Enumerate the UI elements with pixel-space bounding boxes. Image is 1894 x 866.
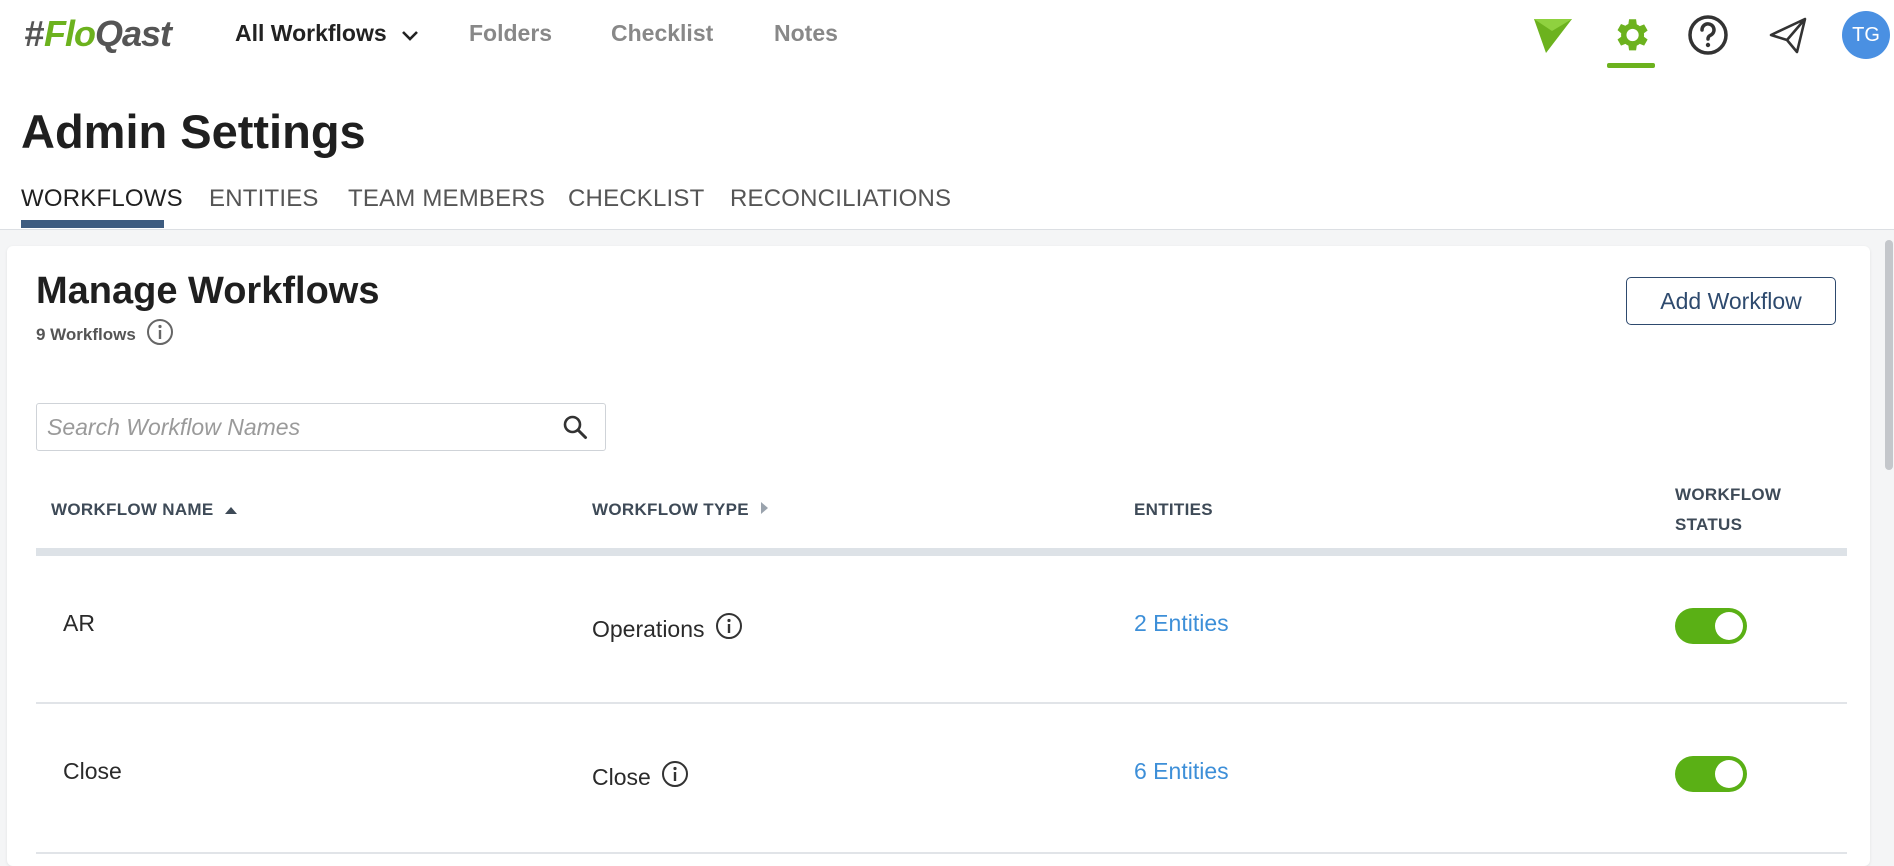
page-title: Admin Settings	[21, 105, 366, 158]
workflow-type-cell: Operations	[592, 612, 743, 646]
nav-checklist[interactable]: Checklist	[611, 20, 713, 47]
info-icon[interactable]	[146, 318, 174, 351]
column-header-workflow-type-label: WORKFLOW TYPE	[592, 500, 749, 519]
table-row: AR Operations 2 Entities	[36, 556, 1847, 704]
workflow-count: 9 Workflows	[36, 318, 174, 351]
add-workflow-button[interactable]: Add Workflow	[1626, 277, 1836, 325]
search-input[interactable]	[37, 404, 555, 450]
logo-flo: Flo	[44, 13, 96, 54]
logo-qast: Qast	[95, 13, 172, 54]
active-tab-indicator	[21, 220, 164, 228]
column-header-workflow-name[interactable]: WORKFLOW NAME	[51, 500, 238, 520]
column-header-status-line1: WORKFLOW	[1675, 485, 1782, 504]
chevron-down-icon	[401, 21, 419, 48]
column-header-workflow-type[interactable]: WORKFLOW TYPE	[592, 500, 769, 520]
page-scrollbar[interactable]	[1885, 240, 1893, 470]
avatar[interactable]: TG	[1842, 11, 1890, 59]
toggle-knob	[1715, 612, 1743, 640]
admin-settings-header: Admin Settings WORKFLOWS ENTITIES TEAM M…	[0, 70, 1894, 230]
workflow-name-cell: AR	[63, 610, 95, 636]
search-box	[36, 403, 606, 451]
floqast-arrow-icon[interactable]	[1530, 12, 1576, 58]
workflow-status-toggle[interactable]	[1675, 608, 1747, 644]
table-row: Close Close 6 Entities	[36, 706, 1847, 854]
nav-all-workflows-label: All Workflows	[235, 20, 387, 46]
workflow-type-label: Close	[592, 763, 651, 790]
entities-link[interactable]: 6 Entities	[1134, 758, 1229, 785]
send-icon[interactable]	[1765, 12, 1811, 58]
toggle-knob	[1715, 760, 1743, 788]
nav-all-workflows-dropdown[interactable]: All Workflows	[235, 20, 419, 48]
workflow-type-cell: Close	[592, 760, 689, 794]
manage-workflows-card: Manage Workflows 9 Workflows Add Workflo…	[7, 246, 1870, 866]
info-icon[interactable]	[715, 612, 743, 646]
sort-ascending-icon	[224, 500, 238, 520]
column-header-status-line2: STATUS	[1675, 515, 1743, 534]
search-icon[interactable]	[555, 414, 595, 440]
gear-icon[interactable]	[1608, 12, 1654, 58]
tab-workflows[interactable]: WORKFLOWS	[21, 185, 183, 213]
entities-link[interactable]: 2 Entities	[1134, 610, 1229, 637]
column-header-entities: ENTITIES	[1134, 500, 1213, 519]
tab-team-members[interactable]: TEAM MEMBERS	[348, 185, 545, 213]
tab-entities[interactable]: ENTITIES	[209, 185, 319, 213]
help-icon[interactable]	[1685, 12, 1731, 58]
sort-neutral-icon	[759, 500, 769, 520]
section-title: Manage Workflows	[36, 270, 380, 312]
workflow-type-label: Operations	[592, 615, 705, 642]
info-icon[interactable]	[661, 760, 689, 794]
workflow-name-cell: Close	[63, 758, 122, 784]
logo-hash: #	[24, 13, 44, 54]
top-navigation-bar: # Flo Qast All Workflows Folders Checklist…	[0, 0, 1894, 70]
column-header-workflow-status: WORKFLOW STATUS	[1675, 480, 1781, 540]
column-header-workflow-name-label: WORKFLOW NAME	[51, 500, 214, 519]
floqast-logo[interactable]: # Flo Qast	[24, 12, 172, 56]
nav-folders[interactable]: Folders	[469, 20, 552, 47]
workflow-count-label: 9 Workflows	[36, 324, 136, 344]
table-header-divider	[36, 548, 1847, 556]
workflow-status-toggle[interactable]	[1675, 756, 1747, 792]
gear-active-indicator	[1607, 63, 1655, 68]
tab-checklist[interactable]: CHECKLIST	[568, 185, 705, 213]
tab-reconciliations[interactable]: RECONCILIATIONS	[730, 185, 951, 213]
nav-notes[interactable]: Notes	[774, 20, 838, 47]
